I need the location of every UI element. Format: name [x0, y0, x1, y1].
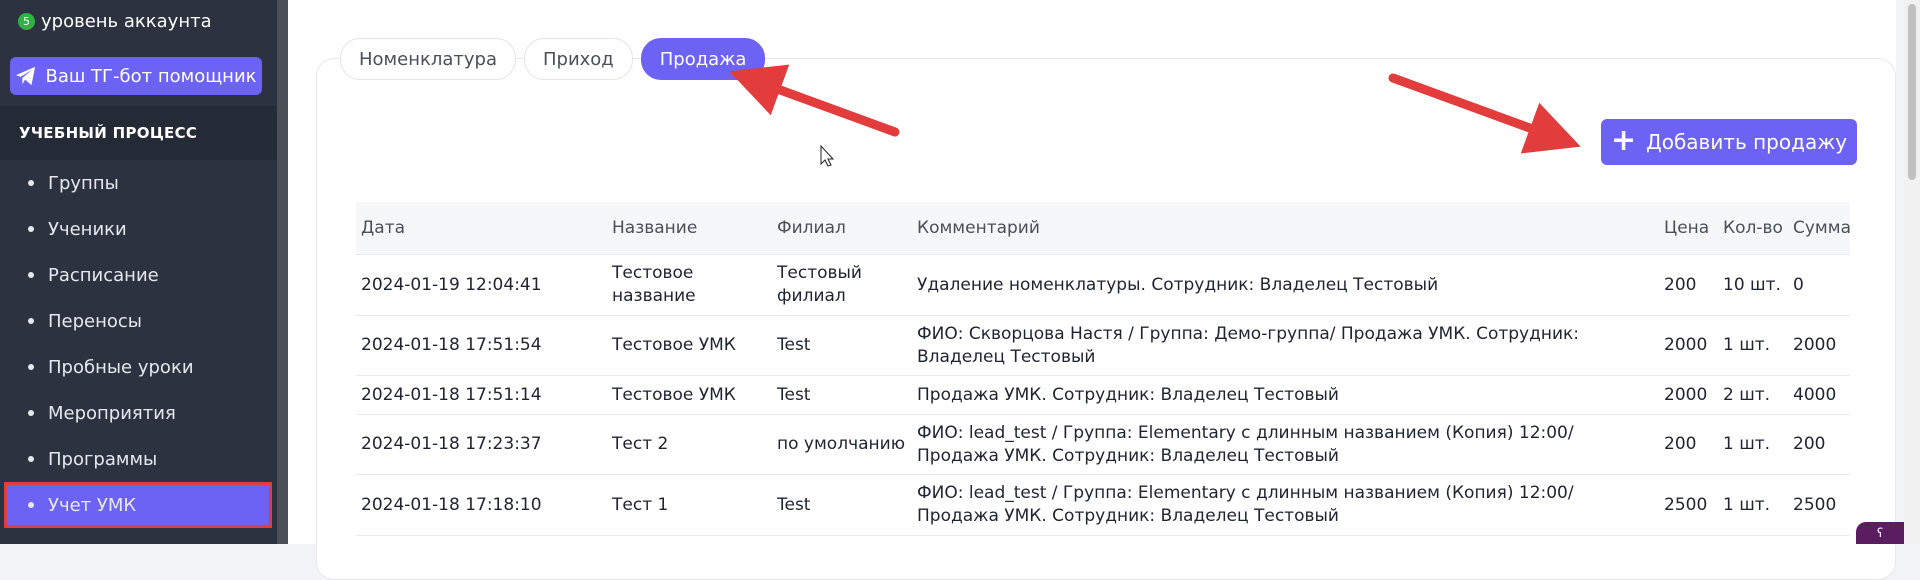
cell-name: Тест 2 — [612, 434, 669, 454]
cell-comment: ФИО: lead_test / Группа: Elementary с дл… — [917, 483, 1574, 526]
sidebar-item-transfers[interactable]: Переносы — [0, 298, 277, 344]
sidebar-item-label: Пробные уроки — [48, 356, 194, 378]
cell-comment: Продажа УМК. Сотрудник: Владелец Тестовы… — [917, 384, 1339, 405]
bullet-icon — [28, 180, 34, 186]
cell-branch: Test — [777, 335, 811, 355]
sidebar-item-label: Группы — [48, 172, 119, 194]
header-name[interactable]: Название — [607, 217, 772, 240]
cell-quantity: 10 шт. — [1723, 274, 1781, 295]
cell-sum: 4000 — [1793, 384, 1837, 405]
table-row[interactable]: 2024-01-18 17:51:14 Тестовое УМК Test Пр… — [356, 376, 1850, 415]
cell-date: 2024-01-18 17:51:54 — [361, 335, 542, 355]
sidebar-item-groups[interactable]: Группы — [0, 160, 277, 206]
sidebar-divider — [277, 0, 288, 544]
header-branch[interactable]: Филиал — [772, 217, 912, 240]
cell-price: 200 — [1664, 434, 1697, 454]
sidebar-item-events[interactable]: Мероприятия — [0, 390, 277, 436]
sidebar-nav: Группы Ученики Расписание Переносы Пробн… — [0, 160, 277, 528]
cell-date: 2024-01-18 17:23:37 — [361, 434, 542, 454]
cell-branch: по умолчанию — [777, 434, 906, 454]
sidebar-item-label: Мероприятия — [48, 402, 176, 424]
account-level: 5 уровень аккаунта — [18, 8, 212, 34]
tg-bot-button-label: Ваш ТГ-бот помощник — [45, 65, 257, 87]
sidebar-item-label: Программы — [48, 448, 158, 470]
cell-branch: Test — [777, 384, 811, 405]
sidebar-item-label: Расписание — [48, 264, 159, 286]
header-sum[interactable]: Сумма — [1788, 217, 1851, 240]
table-row[interactable]: 2024-01-18 17:18:10 Тест 1 Test ФИО: lea… — [356, 475, 1850, 536]
table-row[interactable]: 2024-01-18 17:51:54 Тестовое УМК Test ФИ… — [356, 316, 1850, 376]
table-header: Дата Название Филиал Комментарий Цена Ко… — [356, 202, 1851, 255]
cell-comment: ФИО: Скворцова Настя / Группа: Демо-груп… — [917, 323, 1580, 367]
bullet-icon — [28, 502, 34, 508]
sidebar-item-trial-lessons[interactable]: Пробные уроки — [0, 344, 277, 390]
sidebar-item-label: Учет УМК — [48, 494, 137, 516]
cell-branch: Test — [777, 494, 811, 515]
table-row[interactable]: 2024-01-18 17:23:37 Тест 2 по умолчанию … — [356, 415, 1850, 475]
tg-bot-button[interactable]: Ваш ТГ-бот помощник — [10, 57, 262, 95]
header-quantity[interactable]: Кол-во — [1718, 217, 1788, 240]
cell-branch: Тестовый филиал — [777, 263, 862, 306]
tabs: Номенклатура Приход Продажа — [340, 38, 766, 80]
level-text: уровень аккаунта — [41, 10, 212, 32]
bullet-icon — [28, 456, 34, 462]
cell-quantity: 1 шт. — [1723, 494, 1771, 515]
cell-name: Тест 1 — [612, 494, 669, 515]
cell-date: 2024-01-18 17:18:10 — [361, 494, 542, 515]
cell-date: 2024-01-18 17:51:14 — [361, 384, 542, 405]
header-comment[interactable]: Комментарий — [912, 217, 1659, 240]
cell-quantity: 1 шт. — [1723, 434, 1771, 454]
cell-name: Тестовое название — [612, 263, 696, 306]
bullet-icon — [28, 272, 34, 278]
cell-sum: 200 — [1793, 434, 1826, 454]
cell-quantity: 2 шт. — [1723, 384, 1771, 405]
add-sale-button[interactable]: + Добавить продажу — [1601, 119, 1857, 165]
sidebar-item-label: Переносы — [48, 310, 142, 332]
sidebar-item-label: Ученики — [48, 218, 127, 240]
sidebar-item-programs[interactable]: Программы — [0, 436, 277, 482]
cell-name: Тестовое УМК — [612, 384, 736, 405]
cell-price: 200 — [1664, 274, 1697, 295]
header-date[interactable]: Дата — [356, 217, 607, 240]
telegram-icon — [16, 66, 36, 86]
cell-comment: Удаление номенклатуры. Сотрудник: Владел… — [917, 274, 1439, 295]
tab-receipt[interactable]: Приход — [523, 38, 633, 80]
bullet-icon — [28, 364, 34, 370]
cell-price: 2000 — [1664, 384, 1708, 405]
chat-widget-icon[interactable]: ʕ — [1856, 522, 1904, 544]
sales-table: Дата Название Филиал Комментарий Цена Ко… — [356, 202, 1851, 536]
scrollbar-thumb[interactable] — [1908, 4, 1916, 180]
cell-comment: ФИО: lead_test / Группа: Elementary с дл… — [917, 422, 1574, 466]
tab-nomenclature[interactable]: Номенклатура — [340, 38, 516, 80]
cell-sum: 2500 — [1793, 494, 1837, 515]
section-title: УЧЕБНЫЙ ПРОЦЕСС — [0, 106, 277, 160]
cell-quantity: 1 шт. — [1723, 335, 1771, 355]
sidebar-item-schedule[interactable]: Расписание — [0, 252, 277, 298]
add-sale-button-label: Добавить продажу — [1646, 130, 1848, 154]
bullet-icon — [28, 410, 34, 416]
sidebar: 5 уровень аккаунта Ваш ТГ-бот помощник У… — [0, 0, 277, 544]
plus-icon: + — [1610, 122, 1637, 158]
header-price[interactable]: Цена — [1659, 217, 1718, 240]
cell-date: 2024-01-19 12:04:41 — [361, 274, 542, 295]
level-badge: 5 — [18, 12, 35, 30]
sidebar-item-umk-accounting[interactable]: Учет УМК — [4, 482, 272, 528]
cell-price: 2500 — [1664, 494, 1708, 515]
cell-sum: 2000 — [1793, 335, 1837, 355]
cell-name: Тестовое УМК — [612, 335, 736, 355]
sidebar-item-students[interactable]: Ученики — [0, 206, 277, 252]
cell-price: 2000 — [1664, 335, 1708, 355]
page-scrollbar[interactable] — [1904, 0, 1920, 544]
tab-sale[interactable]: Продажа — [640, 38, 766, 80]
bullet-icon — [28, 226, 34, 232]
table-row[interactable]: 2024-01-19 12:04:41 Тестовое название Те… — [356, 255, 1850, 316]
cell-sum: 0 — [1793, 274, 1804, 295]
bullet-icon — [28, 318, 34, 324]
